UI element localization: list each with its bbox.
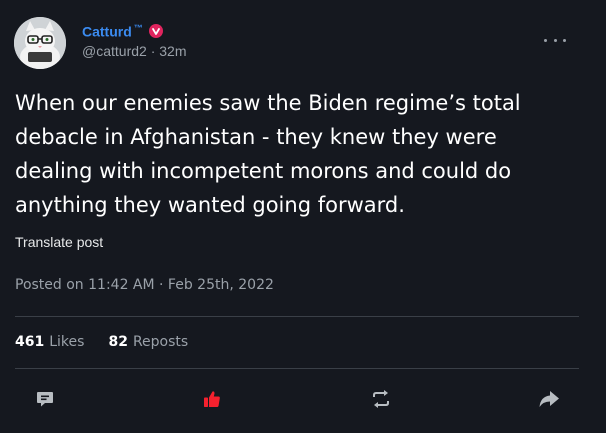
repost-icon[interactable] (369, 387, 393, 411)
author-name-row: Catturd ™ (82, 23, 163, 40)
share-icon[interactable] (537, 387, 561, 411)
comment-icon[interactable] (33, 387, 57, 411)
divider (15, 316, 579, 317)
divider (15, 368, 579, 369)
post-line: anything they wanted going forward. (15, 193, 405, 217)
post-card: Catturd ™ @catturd2 · 32m When our enemie… (0, 0, 606, 433)
post-body: When our enemies saw the Biden regime’s … (15, 86, 580, 222)
verified-badge-icon (148, 24, 163, 39)
thumbs-up-icon[interactable] (200, 387, 224, 411)
likes-count: 461 (15, 334, 45, 350)
post-time-ago[interactable]: 32m (159, 43, 186, 59)
engagement-stats: 461 Likes 82 Reposts (15, 334, 188, 350)
post-line: When our enemies saw the Biden regime’s … (15, 91, 521, 115)
author-display-name[interactable]: Catturd ™ (82, 23, 143, 40)
author-handle-row: @catturd2 · 32m (82, 43, 187, 59)
meta-separator: · (150, 43, 156, 59)
more-options-icon[interactable] (544, 32, 566, 48)
cat-avatar[interactable] (14, 17, 66, 69)
reposts-label: Reposts (132, 334, 189, 350)
translate-post-link[interactable]: Translate post (15, 234, 103, 250)
likes-stat[interactable]: 461 Likes (15, 334, 84, 350)
post-line: debacle in Afghanistan - they knew they … (15, 125, 497, 149)
posted-timestamp: Posted on 11:42 AM · Feb 25th, 2022 (15, 277, 274, 293)
likes-label: Likes (49, 334, 85, 350)
reposts-stat[interactable]: 82 Reposts (108, 334, 188, 350)
post-line: dealing with incompetent morons and coul… (15, 159, 512, 183)
reposts-count: 82 (108, 334, 128, 350)
trademark-symbol: ™ (133, 23, 143, 33)
author-handle[interactable]: @catturd2 (82, 43, 147, 59)
